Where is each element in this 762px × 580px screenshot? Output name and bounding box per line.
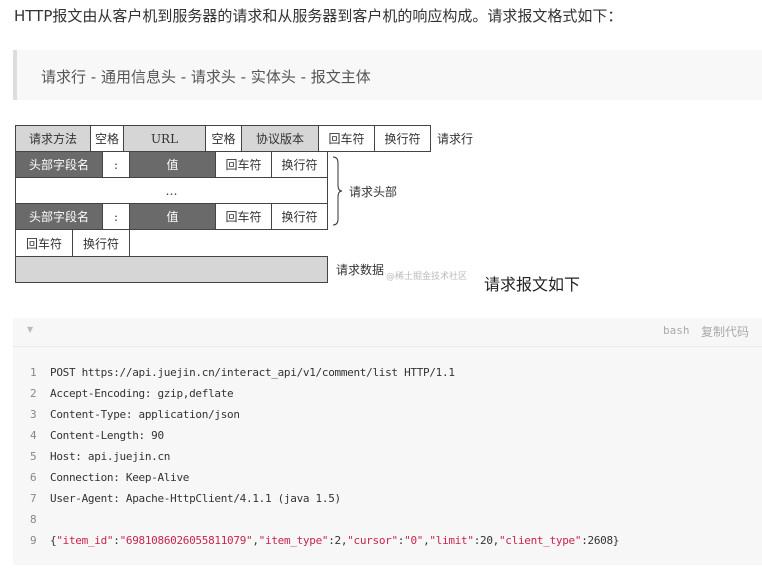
code-line: Connection: Keep-Alive — [50, 471, 190, 484]
label-request-headers: 请求头部 — [349, 185, 398, 199]
cell-url: URL — [123, 125, 206, 152]
code-line: Accept-Encoding: gzip,deflate — [50, 387, 234, 400]
cell-method: 请求方法 — [15, 125, 91, 152]
code-line: Host: api.juejin.cn — [50, 450, 171, 463]
line-number: 1 — [30, 366, 37, 379]
line-number: 8 — [30, 513, 37, 526]
cell-ellipsis: … — [15, 177, 328, 204]
blockquote-text: 请求行 - 通用信息头 - 请求头 - 实体头 - 报文主体 — [41, 68, 371, 86]
cell-lf: 换行符 — [271, 151, 328, 178]
cell-lf: 换行符 — [374, 125, 431, 152]
code-line: Content-Type: application/json — [50, 408, 240, 421]
blockquote: 请求行 - 通用信息头 - 请求头 - 实体头 - 报文主体 — [13, 50, 762, 100]
cell-cr: 回车符 — [318, 125, 375, 152]
line-number: 6 — [30, 471, 37, 484]
watermark: @稀土掘金技术社区 — [386, 272, 468, 282]
image-caption: 请求报文如下 — [484, 275, 581, 294]
code-line: User-Agent: Apache-HttpClient/4.1.1 (jav… — [50, 492, 341, 505]
cell-space: 空格 — [90, 125, 124, 152]
code-line: Content-Length: 90 — [50, 429, 164, 442]
brace-icon — [332, 156, 343, 226]
cell-value: 值 — [129, 203, 216, 230]
line-number: 7 — [30, 492, 37, 505]
code-block: 1 POST https://api.juejin.cn/interact_api… — [13, 347, 762, 565]
cell-lf: 换行符 — [271, 203, 328, 230]
cell-cr: 回车符 — [15, 229, 73, 257]
copy-code-button[interactable]: 复制代码 — [701, 323, 749, 340]
line-number: 5 — [30, 450, 37, 463]
cell-space: 空格 — [205, 125, 242, 152]
cell-header-name: 头部字段名 — [15, 203, 103, 230]
line-number: 3 — [30, 408, 37, 421]
cell-request-data — [15, 256, 328, 283]
cell-cr: 回车符 — [215, 203, 272, 230]
label-request-data: 请求数据 — [336, 263, 385, 277]
cell-value: 值 — [129, 151, 216, 178]
code-block-header: ▼ bash 复制代码 — [13, 318, 762, 347]
line-number: 2 — [30, 387, 37, 400]
cell-lf: 换行符 — [72, 229, 130, 257]
collapse-triangle-icon[interactable]: ▼ — [27, 325, 33, 334]
label-request-line: 请求行 — [437, 132, 474, 146]
line-number: 9 — [30, 534, 37, 547]
code-language: bash — [663, 324, 690, 337]
intro-paragraph: HTTP报文由从客户机到服务器的请求和从服务器到客户机的响应构成。请求报文格式如… — [14, 7, 623, 25]
code-line: {"item_id":"6981086026055811079","item_t… — [50, 534, 620, 547]
cell-header-name: 头部字段名 — [15, 151, 103, 178]
cell-colon: : — [102, 203, 130, 230]
cell-version: 协议版本 — [241, 125, 319, 152]
cell-cr: 回车符 — [215, 151, 272, 178]
line-number: 4 — [30, 429, 37, 442]
code-line: POST https://api.juejin.cn/interact_api/… — [50, 366, 455, 379]
cell-colon: : — [102, 151, 130, 178]
